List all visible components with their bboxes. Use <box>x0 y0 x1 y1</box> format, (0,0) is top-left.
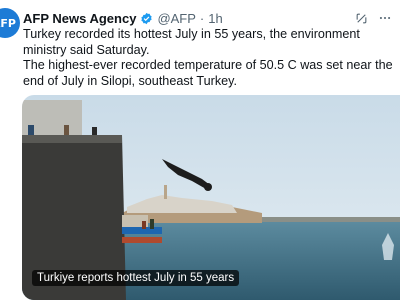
author-name[interactable]: AFP News Agency <box>23 11 136 26</box>
timestamp[interactable]: 1h <box>208 11 222 26</box>
tweet-line-2: The highest-ever recorded temperature of… <box>23 58 393 88</box>
more-icon[interactable] <box>378 11 392 25</box>
tweet-line-1: Turkey recorded its hottest July in 55 y… <box>23 27 360 57</box>
verified-badge-icon <box>141 12 153 24</box>
tweet-header: AFP News Agency @AFP · 1h <box>23 9 392 27</box>
separator: · <box>199 10 205 26</box>
avatar[interactable]: AFP <box>0 8 20 38</box>
author-handle[interactable]: @AFP <box>157 11 195 26</box>
grok-icon[interactable] <box>354 11 368 25</box>
tweet-photo[interactable]: Turkiye reports hottest July in 55 years <box>22 95 400 300</box>
tweet-text: Turkey recorded its hottest July in 55 y… <box>23 27 395 89</box>
media-caption: Turkiye reports hottest July in 55 years <box>32 270 240 286</box>
